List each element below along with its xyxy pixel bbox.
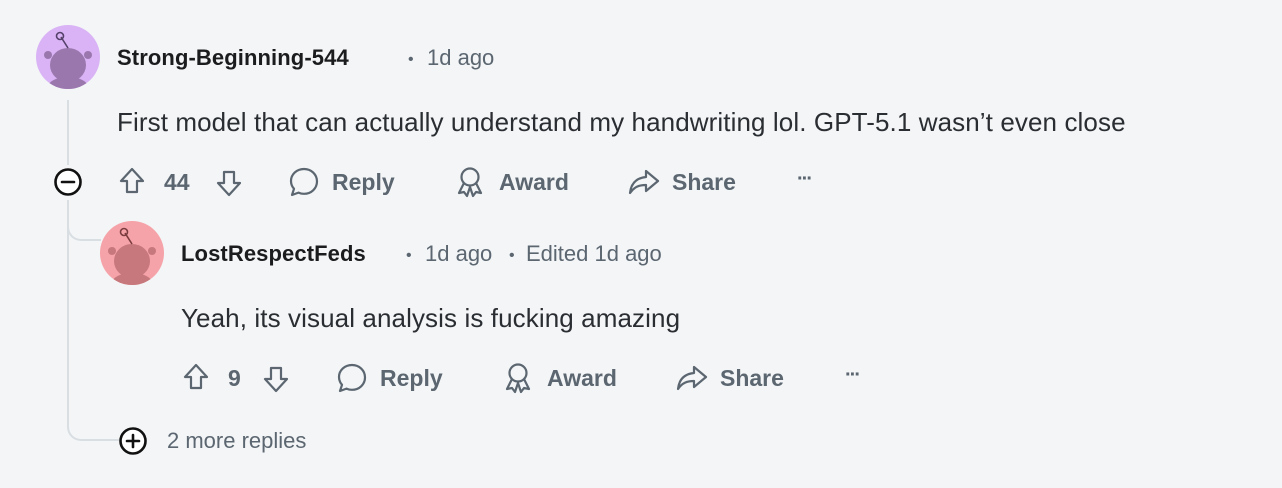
reply-username[interactable]: LostRespectFeds: [181, 241, 366, 267]
award-label: Award: [547, 364, 617, 391]
reply-label: Reply: [380, 364, 443, 391]
vote-count: 9: [228, 365, 241, 391]
reply-label: Reply: [332, 168, 395, 195]
thread-curve-reply: [67, 215, 101, 241]
award-icon: [454, 165, 486, 199]
arrow-up-icon: [119, 167, 145, 194]
vote-count: 44: [164, 169, 190, 195]
arrow-up-icon: [183, 363, 209, 390]
more-options-button[interactable]: ···: [797, 168, 813, 191]
comment-body: First model that can actually understand…: [117, 107, 1126, 137]
more-options-button[interactable]: ···: [845, 364, 861, 387]
reply-timestamp[interactable]: 1d ago: [425, 241, 492, 267]
share-label: Share: [720, 364, 784, 391]
upvote-button[interactable]: [116, 165, 148, 197]
award-label: Award: [499, 168, 569, 195]
meta-separator: •: [509, 247, 515, 264]
minus-circle-icon: [54, 168, 82, 196]
more-replies-button[interactable]: 2 more replies: [118, 426, 306, 456]
avatar[interactable]: [36, 25, 100, 89]
chat-bubble-icon: [335, 361, 369, 395]
arrow-down-icon: [263, 366, 289, 393]
comment-username[interactable]: Strong-Beginning-544: [117, 45, 349, 71]
share-button[interactable]: Share: [675, 361, 784, 395]
thread-curve-more: [67, 415, 119, 441]
meta-separator: •: [406, 247, 412, 264]
award-button[interactable]: Award: [502, 361, 617, 395]
arrow-down-icon: [216, 170, 242, 197]
share-arrow-icon: [675, 361, 709, 395]
reply-body: Yeah, its visual analysis is fucking ama…: [181, 303, 681, 333]
edited-timestamp: Edited 1d ago: [526, 241, 662, 266]
thread-line-main: [67, 100, 69, 165]
award-icon: [502, 361, 534, 395]
downvote-button[interactable]: [260, 363, 292, 395]
share-label: Share: [672, 168, 736, 195]
reply-button[interactable]: Reply: [287, 165, 395, 199]
downvote-button[interactable]: [213, 167, 245, 199]
chat-bubble-icon: [287, 165, 321, 199]
share-button[interactable]: Share: [627, 165, 736, 199]
upvote-button[interactable]: [180, 361, 212, 393]
collapse-thread-button[interactable]: [53, 167, 83, 197]
more-replies-label: 2 more replies: [167, 428, 307, 453]
reply-button[interactable]: Reply: [335, 361, 443, 395]
avatar[interactable]: [100, 221, 164, 285]
share-arrow-icon: [627, 165, 661, 199]
meta-separator: •: [408, 51, 414, 68]
plus-circle-icon: [118, 426, 148, 456]
award-button[interactable]: Award: [454, 165, 569, 199]
comment-timestamp[interactable]: 1d ago: [427, 45, 494, 71]
